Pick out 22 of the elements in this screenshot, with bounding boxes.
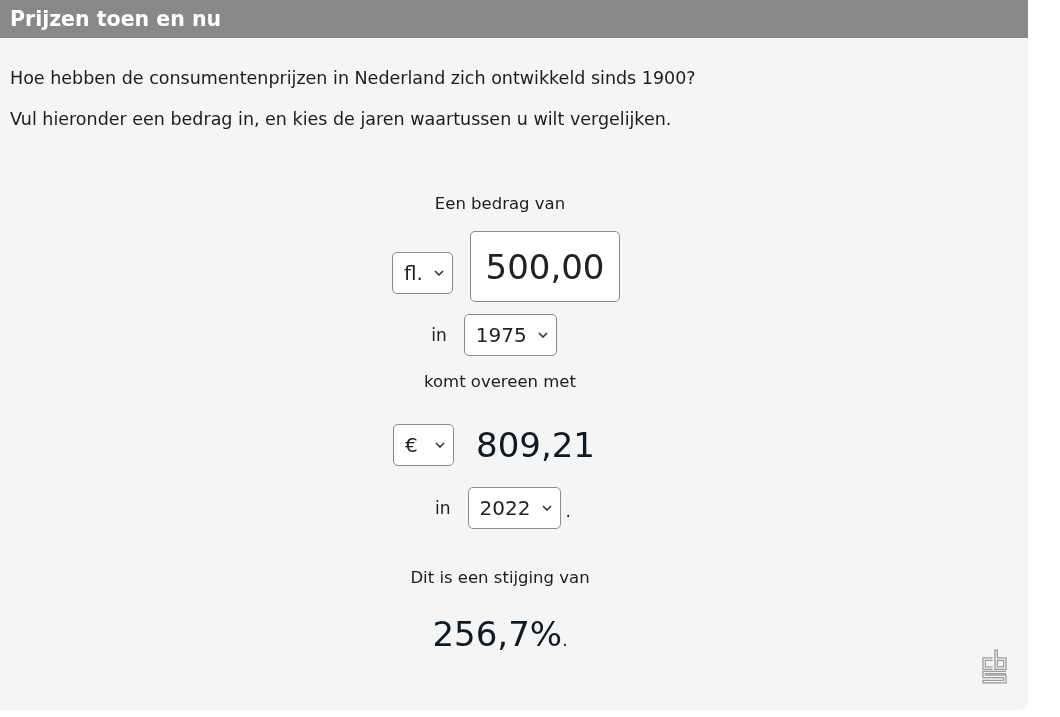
period-text: .	[562, 630, 568, 650]
page-title: Prijzen toen en nu	[10, 6, 222, 33]
amount-input[interactable]: 500,00	[470, 231, 620, 302]
chevron-down-icon	[541, 505, 552, 511]
result-label: komt overeen met	[424, 371, 576, 393]
increase-label: Dit is een stijging van	[410, 567, 590, 589]
intro-text: Hoe hebben de consumentenprijzen in Nederland zich ontwikkeld sinds 1900?	[10, 67, 696, 90]
currency-select[interactable]: €	[393, 424, 454, 466]
increase-value: 256,7%	[432, 613, 563, 656]
logo-icon	[982, 649, 1007, 684]
chevron-down-icon	[537, 332, 548, 338]
currency-select[interactable]: fl.	[392, 252, 453, 294]
year-label: in	[435, 497, 451, 520]
period-text: .	[565, 500, 571, 523]
chevron-down-icon	[435, 442, 445, 448]
year-label: in	[431, 324, 447, 347]
year-select[interactable]: 2022	[467, 487, 561, 529]
chevron-down-icon	[434, 270, 444, 276]
year-select[interactable]: 1975	[463, 314, 557, 356]
result-amount: 809,21	[476, 424, 595, 467]
amount-label: Een bedrag van	[434, 193, 566, 215]
intro-text: Vul hieronder een bedrag in, en kies de jaren waartussen u wilt vergelijken.	[10, 108, 672, 131]
